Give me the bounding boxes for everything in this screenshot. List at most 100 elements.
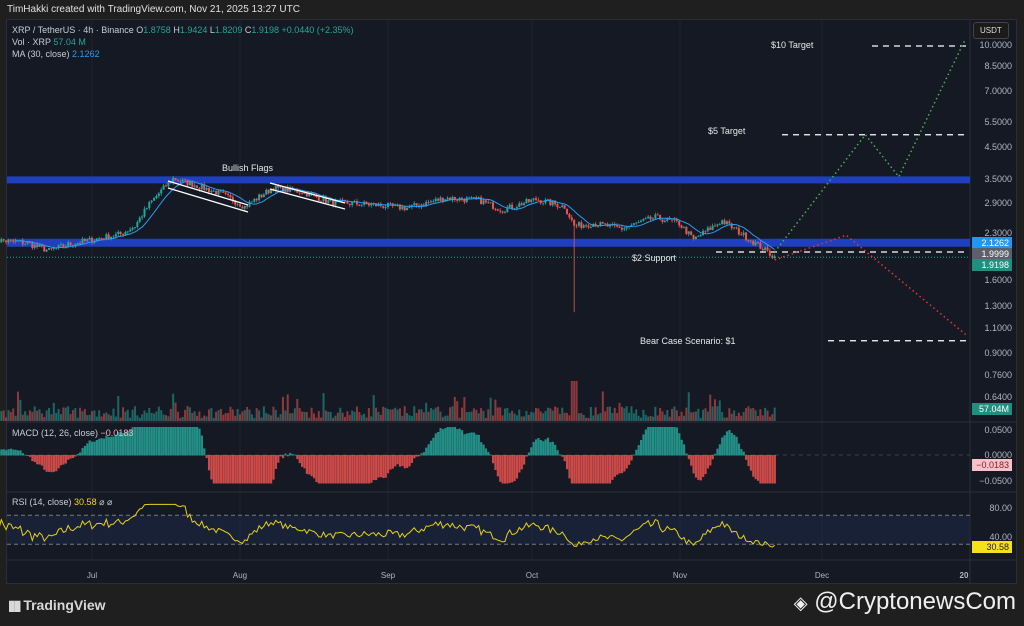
macd-bar (563, 455, 566, 462)
volume-bar (589, 407, 592, 421)
volume-bar (143, 410, 146, 421)
volume-bar (575, 381, 578, 421)
macd-bar (145, 427, 149, 456)
candle (429, 201, 432, 203)
volume-bar (107, 414, 110, 421)
volume-bar (100, 416, 103, 421)
volume-bar (339, 407, 342, 421)
macd-bar (272, 455, 275, 480)
candle (114, 234, 117, 237)
volume-bar (647, 416, 650, 421)
macd-bar (651, 427, 655, 456)
volume-bar (766, 410, 769, 421)
low-value: 1.8209 (214, 25, 243, 35)
volume-bar (752, 407, 755, 421)
macd-bar (284, 453, 287, 456)
rsi-value: 30.58 (74, 497, 97, 507)
rsi-band (7, 515, 970, 545)
candle (730, 223, 733, 229)
macd-bar (241, 455, 244, 484)
macd-legend: MACD (12, 26, close) −0.0183 (12, 428, 133, 438)
target-5-label: $5 Target (708, 126, 746, 136)
cryptonews-watermark: ◈ @CryptonewsCom (794, 588, 1016, 616)
candle (181, 179, 184, 182)
volume-bar (441, 417, 444, 421)
candle (222, 191, 225, 193)
price-axis-label: 0.7600 (984, 369, 1012, 380)
volume-bar (210, 407, 213, 421)
volume-bar (735, 415, 738, 421)
volume-bar (0, 411, 3, 421)
candle (38, 244, 41, 247)
volume-bar (243, 409, 246, 421)
macd-bar (238, 455, 242, 484)
candle (133, 227, 136, 228)
candle (258, 194, 261, 201)
volume-bar (391, 409, 394, 421)
candle (401, 206, 404, 210)
macd-bar (138, 427, 141, 456)
macd-bar (198, 428, 201, 456)
macd-bar (714, 453, 717, 456)
candle (241, 206, 244, 209)
tradingview-logo[interactable]: ▮▮ TradingView (8, 597, 106, 614)
macd-bar (437, 431, 440, 456)
macd-bar (761, 455, 764, 484)
macd-bar (136, 427, 139, 456)
candle (406, 208, 409, 211)
macd-bar (153, 427, 156, 456)
volume-bar (630, 406, 633, 421)
macd-bar (298, 455, 301, 464)
candle (494, 208, 497, 210)
volume-bar (150, 412, 153, 421)
macd-bar (523, 455, 526, 465)
macd-bar (668, 427, 671, 456)
candle (692, 235, 695, 239)
volume-bar (706, 411, 709, 421)
candle (415, 203, 418, 206)
volume-bar (480, 408, 483, 421)
macd-bar (742, 451, 745, 456)
macd-bar (721, 437, 724, 456)
macd-bar (74, 455, 77, 457)
macd-bar (133, 427, 137, 456)
macd-bar (671, 427, 674, 456)
volume-bar (298, 408, 301, 421)
macd-bar (539, 439, 542, 456)
price-axis-label: 7.0000 (984, 85, 1012, 96)
volume-bar (506, 407, 509, 421)
volume-bar (133, 406, 136, 421)
macd-bar (620, 455, 624, 474)
macd-bar (203, 448, 206, 456)
bullish-flags-label: Bullish Flags (222, 163, 274, 173)
price-axis-label: 2.9000 (984, 198, 1012, 209)
volume-bar (281, 396, 284, 421)
volume-bar (725, 417, 728, 421)
macd-bar (386, 455, 390, 474)
volume-bar (740, 415, 743, 421)
macd-bar (434, 433, 437, 456)
macd-bar (456, 429, 459, 456)
macd-bar (487, 451, 490, 456)
volume-bar (484, 417, 487, 421)
volume-bar (64, 407, 67, 421)
volume-bar (212, 417, 215, 421)
chart-canvas[interactable] (0, 0, 1024, 626)
volume-bar (57, 408, 60, 421)
rsi-visibility-icons[interactable]: ⌀ ⌀ (99, 497, 112, 507)
volume-bar (761, 415, 764, 421)
volume-bar (71, 410, 74, 421)
currency-button[interactable]: USDT (973, 22, 1009, 39)
macd-bar (759, 455, 762, 484)
macd-bar (518, 455, 521, 473)
macd-bar (439, 428, 442, 456)
macd-bar (217, 455, 220, 484)
macd-bar (582, 455, 585, 484)
candle (647, 216, 650, 219)
candle (205, 188, 208, 190)
macd-bar (747, 455, 750, 467)
price-axis-label: 4.5000 (984, 142, 1012, 153)
macd-bar (494, 455, 497, 470)
volume-bar (141, 414, 144, 421)
macd-bar (391, 455, 394, 469)
